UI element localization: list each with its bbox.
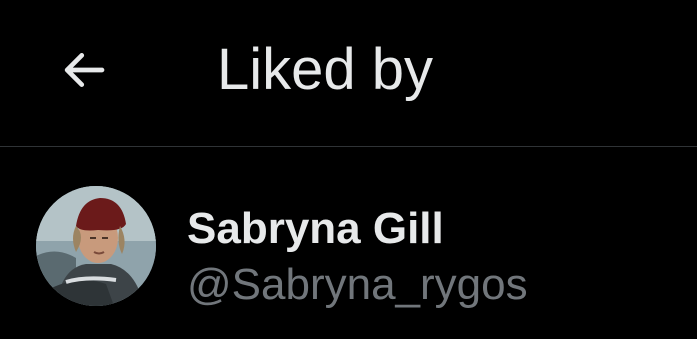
- back-button[interactable]: [44, 30, 124, 110]
- top-bar: Liked by: [0, 0, 697, 147]
- arrow-left-icon: [64, 53, 105, 87]
- list-item[interactable]: Sabryna Gill @Sabryna_rygos: [0, 148, 697, 339]
- user-display-name: Sabryna Gill: [187, 204, 444, 253]
- avatar-photo: [36, 186, 156, 306]
- page-title: Liked by: [217, 37, 434, 102]
- user-handle: @Sabryna_rygos: [187, 260, 528, 309]
- avatar[interactable]: [36, 186, 156, 306]
